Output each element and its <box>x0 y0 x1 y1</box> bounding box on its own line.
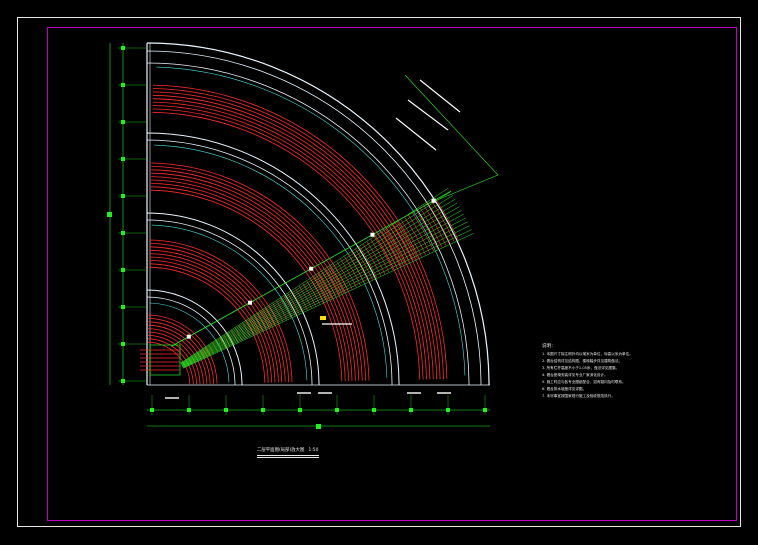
title-underline <box>257 455 319 456</box>
drawing-title: 二层平面图(局部)放大图 1:50 <box>257 447 318 453</box>
note-line: 7. 未尽事宜按国家现行施工及验收规范执行。 <box>542 394 615 398</box>
title-underline-thin <box>257 457 319 458</box>
drawing-title-name: 二层平面图(局部)放大图 <box>257 448 305 453</box>
note-line: 6. 看台排水坡度详见详图。 <box>542 387 587 391</box>
general-notes: 说明： 1. 本图尺寸除注明外均以毫米为单位，标高以米为单位。 2. 看台结构详… <box>542 343 692 400</box>
drawing-scale: 1:50 <box>308 448 319 453</box>
note-line: 3. 所有栏杆高度不小于1.05米，做法详见图集。 <box>542 366 620 370</box>
drawing-title-block: 二层平面图(局部)放大图 1:50 <box>257 447 337 458</box>
note-line: 1. 本图尺寸除注明外均以毫米为单位，标高以米为单位。 <box>542 352 633 356</box>
note-line: 5. 施工时应与各专业图纸配合，如有疑问及时联系。 <box>542 380 626 384</box>
notes-title: 说明： <box>542 344 556 349</box>
note-line: 2. 看台结构详见结构图，楼梯踏步详见建筑做法。 <box>542 359 623 363</box>
note-line: 4. 看台座椅安装详见专业厂家深化设计。 <box>542 373 608 377</box>
drawing-border-inner <box>47 27 737 521</box>
